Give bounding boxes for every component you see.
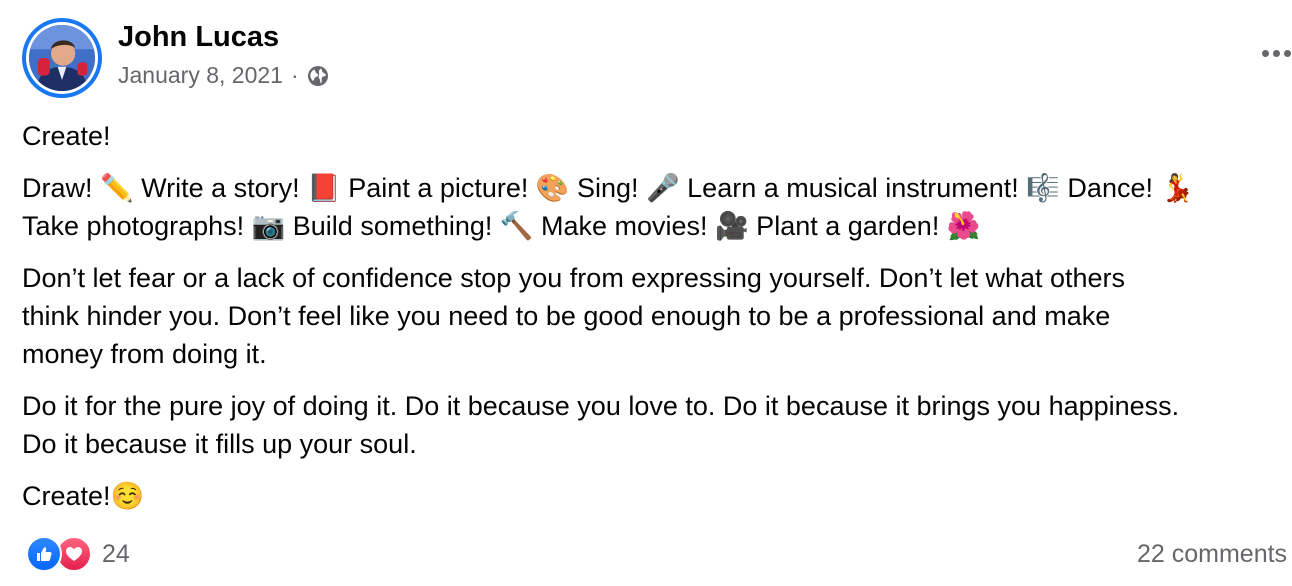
paragraph-line: Create!☺️	[22, 481, 145, 511]
meta-separator: ·	[290, 62, 299, 88]
author-avatar[interactable]	[22, 18, 102, 98]
paragraph-2: Draw! ✏️ Write a story! 📕 Paint a pictur…	[22, 169, 1292, 245]
paragraph-line: Do it for the pure joy of doing it. Do i…	[22, 391, 1180, 421]
more-options-icon[interactable]	[1262, 38, 1292, 68]
paragraph-line: Do it because it fills up your soul.	[22, 429, 417, 459]
paragraph-line: Don’t let fear or a lack of confidence s…	[22, 263, 1126, 293]
post-meta: January 8, 2021 ·	[118, 62, 330, 89]
avatar-photo	[29, 25, 95, 91]
globe-icon[interactable]	[306, 64, 330, 88]
paragraph-5: Create!☺️	[22, 477, 1292, 515]
post-date[interactable]: January 8, 2021	[118, 62, 283, 89]
paragraph-line: Create!	[22, 121, 111, 151]
post-body: Create! Draw! ✏️ Write a story! 📕 Paint …	[22, 117, 1292, 529]
paragraph-line: Take photographs! 📷 Build something! 🔨 M…	[22, 211, 981, 241]
comments-link[interactable]: 22 comments	[1137, 540, 1287, 569]
paragraph-3: Don’t let fear or a lack of confidence s…	[22, 259, 1292, 373]
paragraph-line: money from doing it.	[22, 339, 267, 369]
paragraph-line: Draw! ✏️ Write a story! 📕 Paint a pictur…	[22, 173, 1195, 203]
paragraph-line: think hinder you. Don’t feel like you ne…	[22, 301, 1111, 331]
paragraph-1: Create!	[22, 117, 1292, 155]
paragraph-4: Do it for the pure joy of doing it. Do i…	[22, 387, 1292, 463]
author-name[interactable]: John Lucas	[118, 21, 279, 54]
like-icon	[26, 536, 62, 572]
reactions-summary[interactable]: 24	[26, 536, 130, 572]
reaction-count: 24	[102, 539, 130, 568]
